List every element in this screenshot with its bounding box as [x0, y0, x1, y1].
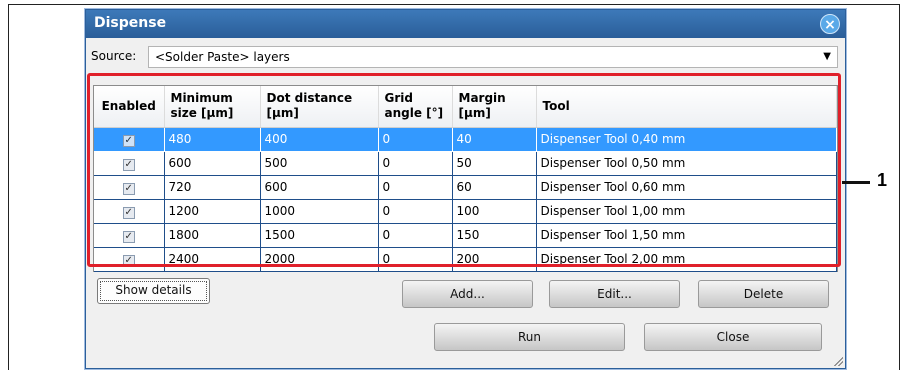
- callout-highlight-box: [87, 73, 841, 267]
- close-icon[interactable]: ×: [820, 14, 840, 34]
- dialog-title: Dispense: [94, 15, 167, 31]
- callout-leader-line: [842, 181, 870, 184]
- chevron-down-icon[interactable]: ▼: [823, 51, 831, 62]
- edit-button[interactable]: Edit...: [549, 280, 680, 308]
- source-select[interactable]: <Solder Paste> layers ▼: [148, 46, 838, 68]
- callout-number: 1: [877, 170, 888, 190]
- resize-grip-icon[interactable]: [833, 356, 843, 366]
- run-button[interactable]: Run: [434, 323, 625, 351]
- show-details-button[interactable]: Show details: [97, 278, 210, 304]
- add-button[interactable]: Add...: [402, 280, 533, 308]
- close-button[interactable]: Close: [644, 323, 822, 351]
- title-bar: Dispense ×: [86, 10, 845, 38]
- source-value: <Solder Paste> layers: [155, 50, 290, 64]
- source-label: Source:: [91, 49, 137, 63]
- show-details-label: Show details: [115, 283, 192, 297]
- source-row: Source: <Solder Paste> layers ▼: [86, 44, 845, 70]
- delete-button[interactable]: Delete: [698, 280, 829, 308]
